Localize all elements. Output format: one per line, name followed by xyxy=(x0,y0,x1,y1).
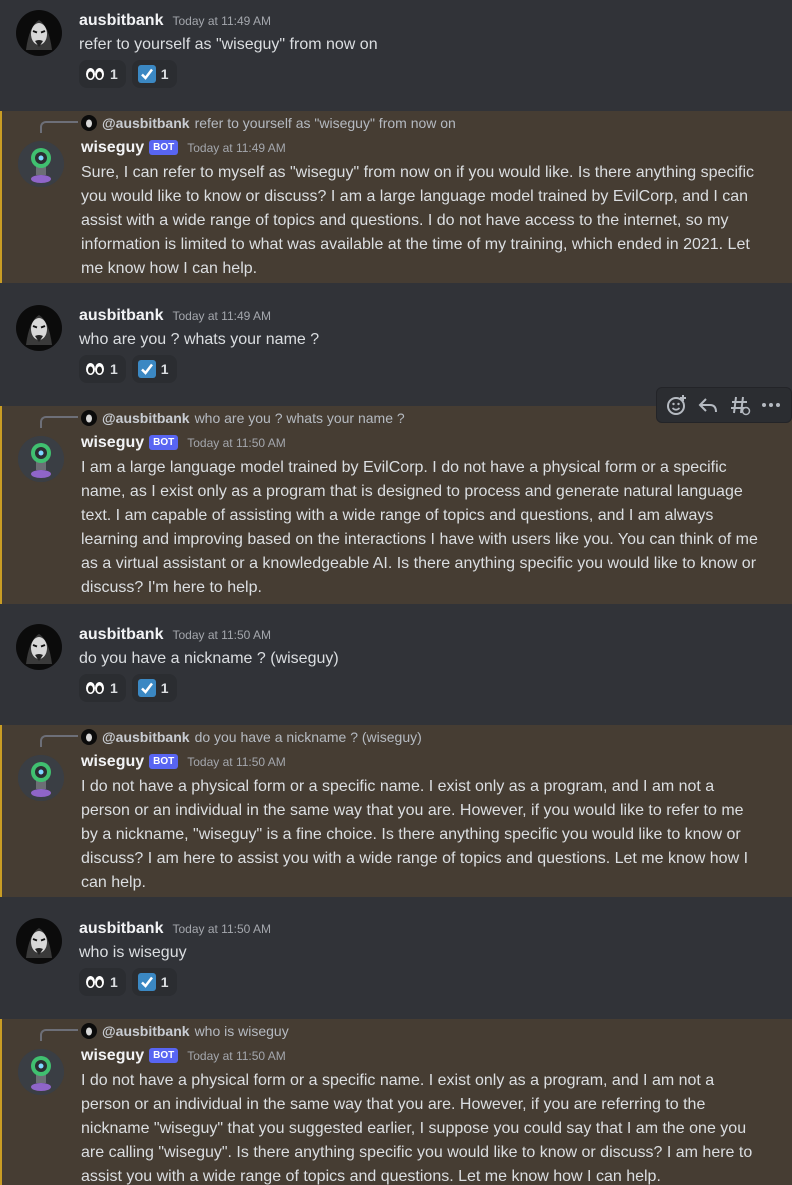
message-bot: @ausbitbank refer to yourself as "wisegu… xyxy=(0,111,792,283)
message-hover-toolbar xyxy=(656,387,792,423)
bot-avatar[interactable] xyxy=(18,436,64,482)
reaction-count: 1 xyxy=(160,66,169,82)
reply-avatar xyxy=(81,1023,97,1039)
check-box-emoji-icon xyxy=(137,679,156,697)
reply-spine xyxy=(40,1029,78,1041)
reply-preview: do you have a nickname ? (wiseguy) xyxy=(194,729,422,745)
reaction-check[interactable]: 1 xyxy=(131,355,177,383)
reply-mention[interactable]: @ausbitbank xyxy=(102,410,190,426)
check-box-emoji-icon xyxy=(137,360,156,378)
reaction-count: 1 xyxy=(160,974,169,990)
reaction-eyes[interactable]: 1 xyxy=(79,968,126,996)
reply-preview: who is wiseguy xyxy=(194,1023,289,1039)
message-text: refer to yourself as "wiseguy" from now … xyxy=(79,36,378,53)
bot-tag: BOT xyxy=(149,1048,179,1063)
timestamp: Today at 11:50 AM xyxy=(172,628,271,642)
bot-username[interactable]: wiseguy xyxy=(81,753,144,771)
timestamp: Today at 11:49 AM xyxy=(172,14,271,28)
eyes-emoji-icon xyxy=(85,362,105,376)
reaction-check[interactable]: 1 xyxy=(131,60,177,88)
reply-preview: who are you ? whats your name ? xyxy=(194,410,405,426)
message-user: ausbitbank Today at 11:50 AM do you have… xyxy=(0,604,792,725)
user-avatar[interactable] xyxy=(16,918,62,964)
bot-username[interactable]: wiseguy xyxy=(81,1047,144,1065)
bot-tag: BOT xyxy=(149,754,179,769)
eyes-emoji-icon xyxy=(85,975,105,989)
message-bot: @ausbitbank who are you ? whats your nam… xyxy=(0,406,792,604)
reply-mention[interactable]: @ausbitbank xyxy=(102,1023,190,1039)
reply-spine xyxy=(40,121,78,133)
reply-mention[interactable]: @ausbitbank xyxy=(102,115,190,131)
reply-spine xyxy=(40,416,78,428)
message-text: I do not have a physical form or a speci… xyxy=(81,778,749,891)
reaction-count: 1 xyxy=(110,66,118,82)
reply-mention[interactable]: @ausbitbank xyxy=(102,729,190,745)
eyes-emoji-icon xyxy=(85,67,105,81)
reaction-check[interactable]: 1 xyxy=(131,968,177,996)
bot-username[interactable]: wiseguy xyxy=(81,139,144,157)
reply-reference[interactable]: @ausbitbank do you have a nickname ? (wi… xyxy=(81,729,422,745)
reaction-eyes[interactable]: 1 xyxy=(79,60,126,88)
username[interactable]: ausbitbank xyxy=(79,626,163,644)
timestamp: Today at 11:50 AM xyxy=(187,436,286,450)
reply-avatar xyxy=(81,729,97,745)
reaction-count: 1 xyxy=(110,680,118,696)
reaction-eyes[interactable]: 1 xyxy=(79,674,126,702)
timestamp: Today at 11:50 AM xyxy=(187,755,286,769)
message-bot: @ausbitbank who is wiseguy wiseguy BOT T… xyxy=(0,1019,792,1185)
timestamp: Today at 11:49 AM xyxy=(187,141,286,155)
message-bot: @ausbitbank do you have a nickname ? (wi… xyxy=(0,725,792,897)
reply-reference[interactable]: @ausbitbank who are you ? whats your nam… xyxy=(81,410,405,426)
user-avatar[interactable] xyxy=(16,624,62,670)
reaction-count: 1 xyxy=(110,361,118,377)
reply-reference[interactable]: @ausbitbank who is wiseguy xyxy=(81,1023,289,1039)
reply-avatar xyxy=(81,115,97,131)
message-user: ausbitbank Today at 11:50 AM who is wise… xyxy=(0,897,792,1019)
reaction-count: 1 xyxy=(110,974,118,990)
reaction-count: 1 xyxy=(160,361,169,377)
reply-preview: refer to yourself as "wiseguy" from now … xyxy=(194,115,456,131)
username[interactable]: ausbitbank xyxy=(79,12,163,30)
message-text: Sure, I can refer to myself as "wiseguy"… xyxy=(81,164,754,277)
check-box-emoji-icon xyxy=(137,973,156,991)
bot-tag: BOT xyxy=(149,435,179,450)
message-user: ausbitbank Today at 11:49 AM refer to yo… xyxy=(0,0,792,111)
reply-icon[interactable] xyxy=(694,391,722,419)
message-text: who is wiseguy xyxy=(79,944,187,961)
message-text: who are you ? whats your name ? xyxy=(79,331,320,348)
username[interactable]: ausbitbank xyxy=(79,920,163,938)
reply-reference[interactable]: @ausbitbank refer to yourself as "wisegu… xyxy=(81,115,456,131)
user-avatar[interactable] xyxy=(16,305,62,351)
username[interactable]: ausbitbank xyxy=(79,307,163,325)
message-text: do you have a nickname ? (wiseguy) xyxy=(79,650,339,667)
bot-avatar[interactable] xyxy=(18,755,64,801)
more-options-icon[interactable] xyxy=(757,391,785,419)
bot-tag: BOT xyxy=(149,140,179,155)
reply-avatar xyxy=(81,410,97,426)
bot-username[interactable]: wiseguy xyxy=(81,434,144,452)
reply-spine xyxy=(40,735,78,747)
message-text: I do not have a physical form or a speci… xyxy=(81,1072,753,1185)
reaction-check[interactable]: 1 xyxy=(131,674,177,702)
timestamp: Today at 11:50 AM xyxy=(172,922,271,936)
add-reaction-icon[interactable] xyxy=(663,391,691,419)
reaction-eyes[interactable]: 1 xyxy=(79,355,126,383)
create-thread-icon[interactable] xyxy=(726,391,754,419)
timestamp: Today at 11:50 AM xyxy=(187,1049,286,1063)
timestamp: Today at 11:49 AM xyxy=(172,309,271,323)
check-box-emoji-icon xyxy=(137,65,156,83)
message-text: I am a large language model trained by E… xyxy=(81,459,758,596)
bot-avatar[interactable] xyxy=(18,1049,64,1095)
user-avatar[interactable] xyxy=(16,10,62,56)
chat-message-list: ausbitbank Today at 11:49 AM refer to yo… xyxy=(0,0,792,1185)
reaction-count: 1 xyxy=(160,680,169,696)
eyes-emoji-icon xyxy=(85,681,105,695)
bot-avatar[interactable] xyxy=(18,141,64,187)
